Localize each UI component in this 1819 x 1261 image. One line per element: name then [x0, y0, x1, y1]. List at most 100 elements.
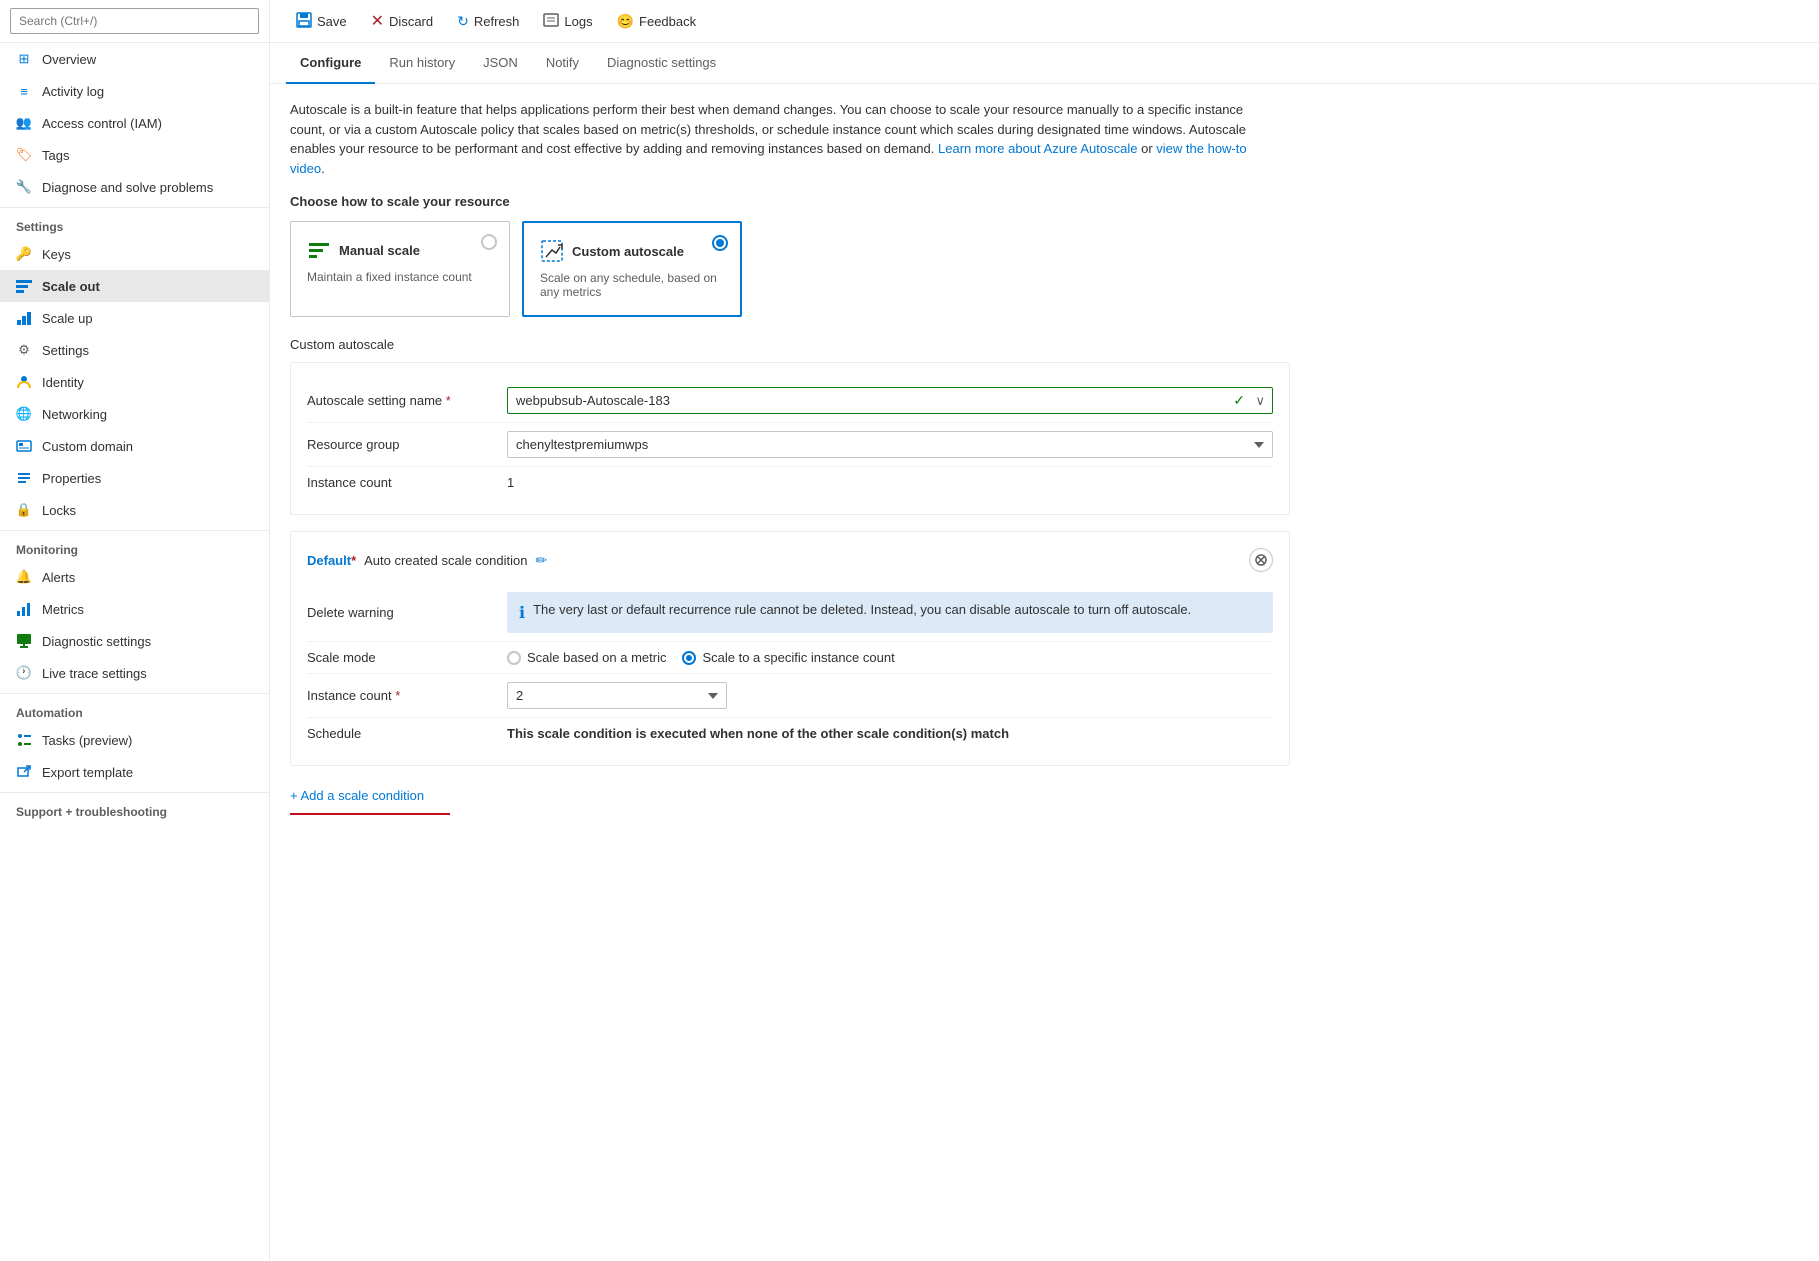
- custom-scale-icon: [540, 239, 564, 263]
- autoscale-name-input[interactable]: [507, 387, 1273, 414]
- domain-icon: [16, 438, 32, 454]
- support-section-header: Support + troubleshooting: [0, 792, 269, 823]
- save-button[interactable]: Save: [286, 7, 357, 36]
- tab-diagnostic-settings[interactable]: Diagnostic settings: [593, 43, 730, 84]
- sidebar-item-identity[interactable]: Identity: [0, 366, 269, 398]
- sidebar-item-keys[interactable]: 🔑 Keys: [0, 238, 269, 270]
- scale-specific-option[interactable]: Scale to a specific instance count: [682, 650, 894, 665]
- sidebar-item-activity-log[interactable]: ≡ Activity log: [0, 75, 269, 107]
- settings-section-header: Settings: [0, 207, 269, 238]
- sidebar-item-metrics[interactable]: Metrics: [0, 593, 269, 625]
- scale-metric-radio[interactable]: [507, 651, 521, 665]
- valid-checkmark-icon: ✓: [1233, 392, 1245, 409]
- add-condition-button[interactable]: + Add a scale condition: [290, 782, 1799, 809]
- sidebar-item-locks[interactable]: 🔒 Locks: [0, 494, 269, 526]
- sidebar-search-container: [0, 0, 269, 43]
- manual-scale-card[interactable]: Manual scale Maintain a fixed instance c…: [290, 221, 510, 317]
- learn-more-link[interactable]: Learn more about Azure Autoscale: [938, 141, 1137, 156]
- sidebar-item-alerts[interactable]: 🔔 Alerts: [0, 561, 269, 593]
- feedback-button[interactable]: 😊 Feedback: [607, 8, 707, 35]
- tabs-bar: Configure Run history JSON Notify Diagno…: [270, 43, 1819, 84]
- sidebar-item-overview[interactable]: ⊞ Overview: [0, 43, 269, 75]
- tab-notify[interactable]: Notify: [532, 43, 593, 84]
- sidebar-item-live-trace[interactable]: 🕐 Live trace settings: [0, 657, 269, 689]
- sidebar-item-scale-out[interactable]: Scale out: [0, 270, 269, 302]
- condition-instance-select[interactable]: 2: [507, 682, 727, 709]
- scale-mode-row: Scale mode Scale based on a metric Scale…: [307, 642, 1273, 674]
- sidebar-item-tags[interactable]: 🏷 Tags: [0, 139, 269, 171]
- sidebar-item-diagnose[interactable]: 🔧 Diagnose and solve problems: [0, 171, 269, 203]
- custom-autoscale-card[interactable]: Custom autoscale Scale on any schedule, …: [522, 221, 742, 317]
- settings-icon: ⚙: [16, 342, 32, 358]
- delete-condition-button[interactable]: [1249, 548, 1273, 572]
- scale-metric-option[interactable]: Scale based on a metric: [507, 650, 666, 665]
- sidebar-item-label: Activity log: [42, 84, 104, 99]
- condition-title: Default*: [307, 553, 356, 568]
- resource-group-control: chenyltestpremiumwps: [507, 431, 1273, 458]
- sidebar-item-networking[interactable]: 🌐 Networking: [0, 398, 269, 430]
- manual-scale-radio[interactable]: [481, 234, 497, 250]
- manual-scale-header: Manual scale: [307, 238, 493, 262]
- sidebar-item-label: Metrics: [42, 602, 84, 617]
- instance-count-row: Instance count 1: [307, 467, 1273, 498]
- discard-icon: ✕: [371, 11, 384, 31]
- sidebar-item-label: Export template: [42, 765, 133, 780]
- manual-scale-desc: Maintain a fixed instance count: [307, 270, 493, 284]
- sidebar-item-custom-domain[interactable]: Custom domain: [0, 430, 269, 462]
- sidebar-item-tasks[interactable]: Tasks (preview): [0, 724, 269, 756]
- sidebar-item-iam[interactable]: 👥 Access control (IAM): [0, 107, 269, 139]
- delete-warning-row: Delete warning ℹ The very last or defaul…: [307, 584, 1273, 642]
- tag-icon: 🏷: [16, 147, 32, 163]
- warning-box: ℹ The very last or default recurrence ru…: [507, 592, 1273, 633]
- search-input[interactable]: [10, 8, 259, 34]
- discard-button[interactable]: ✕ Discard: [361, 6, 443, 36]
- toolbar: Save ✕ Discard ↻ Refresh Logs 😊 Feedback: [270, 0, 1819, 43]
- scaleout-icon: [16, 278, 32, 294]
- delete-warning-control: ℹ The very last or default recurrence ru…: [507, 592, 1273, 633]
- scale-mode-label: Scale mode: [307, 650, 507, 665]
- custom-scale-title: Custom autoscale: [572, 244, 684, 259]
- manual-scale-title: Manual scale: [339, 243, 420, 258]
- tab-run-history[interactable]: Run history: [375, 43, 469, 84]
- sidebar-item-scale-up[interactable]: Scale up: [0, 302, 269, 334]
- automation-section-header: Automation: [0, 693, 269, 724]
- logs-icon: [543, 12, 559, 31]
- condition-subtitle: Auto created scale condition: [364, 553, 527, 568]
- monitoring-section-header: Monitoring: [0, 530, 269, 561]
- sidebar-item-properties[interactable]: Properties: [0, 462, 269, 494]
- wrench-icon: 🔧: [16, 179, 32, 195]
- resource-group-select[interactable]: chenyltestpremiumwps: [507, 431, 1273, 458]
- scale-condition-section: Default* Auto created scale condition ✏ …: [290, 531, 1290, 766]
- logs-button[interactable]: Logs: [533, 7, 602, 36]
- schedule-label: Schedule: [307, 726, 507, 741]
- tab-json[interactable]: JSON: [469, 43, 532, 84]
- condition-instance-row: Instance count * 2: [307, 674, 1273, 718]
- schedule-text: This scale condition is executed when no…: [507, 726, 1273, 741]
- network-icon: 🌐: [16, 406, 32, 422]
- condition-header: Default* Auto created scale condition ✏: [307, 548, 1273, 572]
- sidebar-item-settings[interactable]: ⚙ Settings: [0, 334, 269, 366]
- warning-text: The very last or default recurrence rule…: [533, 602, 1191, 617]
- instance-count-label: Instance count: [307, 475, 507, 490]
- sidebar-item-label: Keys: [42, 247, 71, 262]
- instance-count-value: 1: [507, 475, 1273, 490]
- scale-specific-radio[interactable]: [682, 651, 696, 665]
- refresh-button[interactable]: ↻ Refresh: [447, 8, 529, 35]
- tab-configure[interactable]: Configure: [286, 43, 375, 84]
- resource-group-label: Resource group: [307, 437, 507, 452]
- save-icon: [296, 12, 312, 31]
- sidebar-item-label: Identity: [42, 375, 84, 390]
- sidebar-item-label: Access control (IAM): [42, 116, 162, 131]
- feedback-icon: 😊: [617, 13, 634, 30]
- alert-icon: 🔔: [16, 569, 32, 585]
- sidebar-item-label: Networking: [42, 407, 107, 422]
- sidebar-item-diagnostic[interactable]: Diagnostic settings: [0, 625, 269, 657]
- edit-condition-icon[interactable]: ✏: [535, 552, 547, 569]
- people-icon: 👥: [16, 115, 32, 131]
- autoscale-form: Autoscale setting name * ✓ ∨ Resource gr…: [290, 362, 1290, 515]
- scale-specific-label: Scale to a specific instance count: [702, 650, 894, 665]
- sidebar-item-label: Alerts: [42, 570, 75, 585]
- main-area: Save ✕ Discard ↻ Refresh Logs 😊 Feedback…: [270, 0, 1819, 1261]
- sidebar-item-export[interactable]: Export template: [0, 756, 269, 788]
- custom-scale-radio[interactable]: [712, 235, 728, 251]
